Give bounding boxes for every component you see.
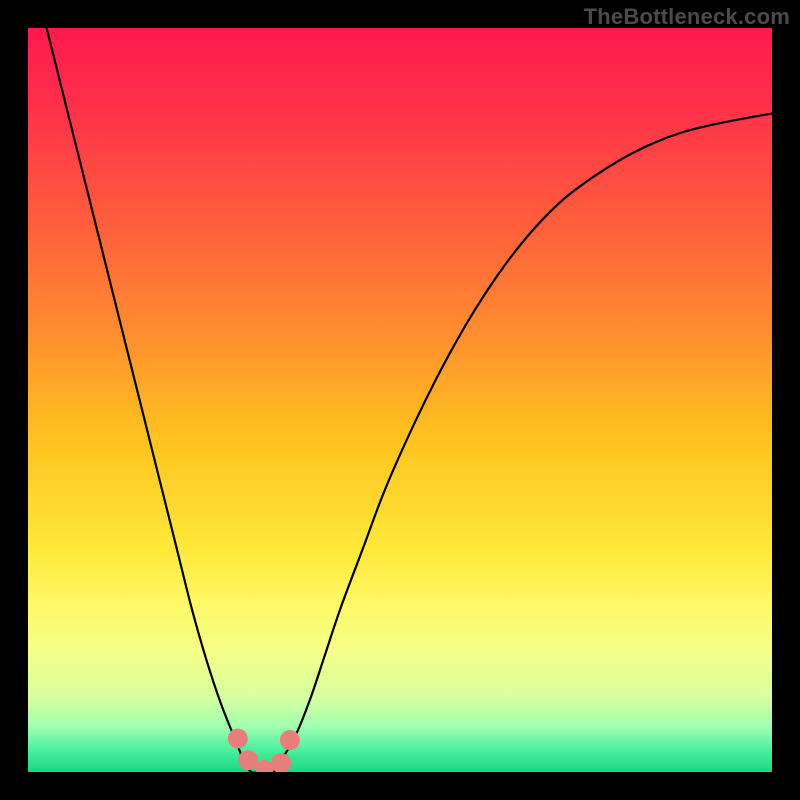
trough-marker xyxy=(228,729,248,749)
chart-frame: TheBottleneck.com xyxy=(0,0,800,800)
trough-marker xyxy=(238,750,258,770)
bottleneck-plot xyxy=(28,28,772,772)
watermark-text: TheBottleneck.com xyxy=(584,4,790,30)
trough-marker xyxy=(280,730,300,750)
